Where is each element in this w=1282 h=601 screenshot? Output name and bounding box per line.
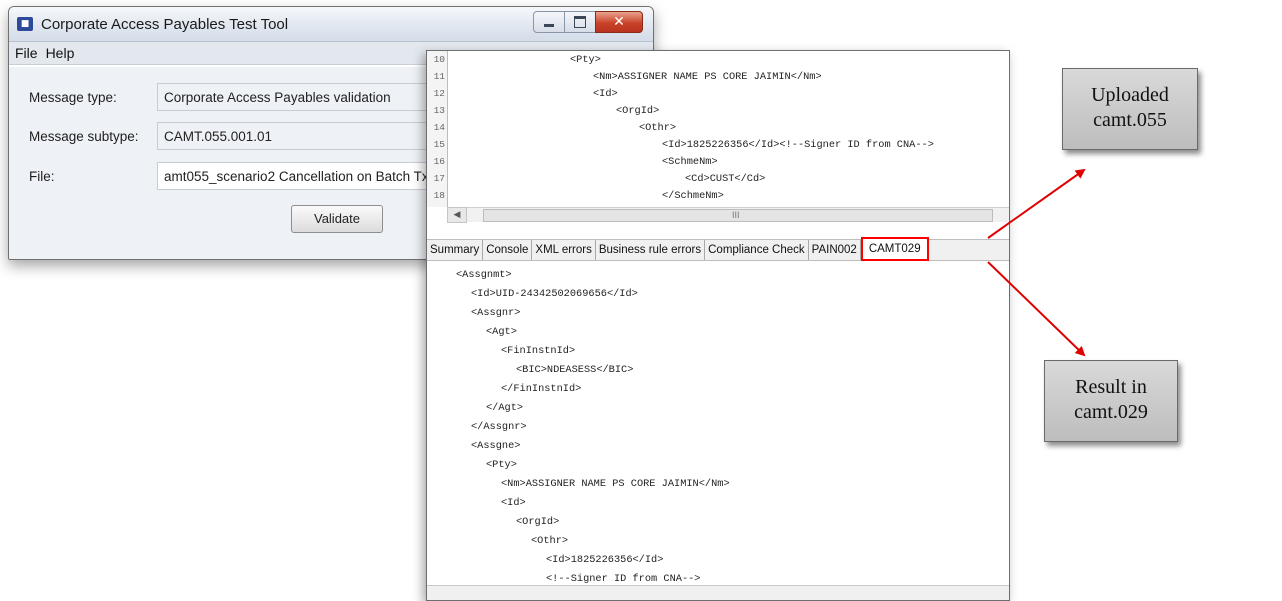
xml-line: <Id>UID-24342502069656</Id> <box>471 288 638 300</box>
scrollbar-grip: III <box>732 210 740 220</box>
xml-line: <Id>1825226356</Id> <box>546 554 664 566</box>
xml-line: <Nm>ASSIGNER NAME PS CORE JAIMIN</Nm> <box>501 478 730 490</box>
callout-result-line1: Result in <box>1075 376 1147 398</box>
callout-uploaded-line1: Uploaded <box>1091 84 1169 106</box>
xml-line: <Assgne> <box>471 440 521 452</box>
tab-xml-errors[interactable]: XML errors <box>532 240 596 260</box>
xml-line: <SchmeNm> <box>662 156 718 168</box>
callout-uploaded-line2: camt.055 <box>1093 109 1167 131</box>
line-number: 18 <box>433 190 445 201</box>
scroll-left-icon[interactable]: ◀ <box>447 207 467 223</box>
line-number: 16 <box>433 156 445 167</box>
window-title: Corporate Access Payables Test Tool <box>41 16 289 33</box>
line-number: 15 <box>433 139 445 150</box>
maximize-icon <box>574 16 586 28</box>
xml-line: <Pty> <box>570 54 601 66</box>
minimize-icon <box>544 23 554 27</box>
tab-pain002[interactable]: PAIN002 <box>809 240 861 260</box>
xml-line: </Assgnr> <box>471 421 527 433</box>
xml-line: <Cd>CUST</Cd> <box>685 173 766 185</box>
line-number: 11 <box>433 71 445 82</box>
xml-line: <Nm>ASSIGNER NAME PS CORE JAIMIN</Nm> <box>593 71 822 83</box>
xml-line: <Id> <box>501 497 526 509</box>
minimize-button[interactable] <box>533 11 565 33</box>
xml-line: <Pty> <box>486 459 517 471</box>
tab-business-rule-errors[interactable]: Business rule errors <box>596 240 706 260</box>
line-number: 14 <box>433 122 445 133</box>
uploaded-xml-viewer[interactable]: 10 <Pty> 11 <Nm>ASSIGNER NAME PS CORE JAIMI… <box>427 51 1009 207</box>
xml-line: <!--Signer ID from CNA--> <box>546 573 701 585</box>
menu-file[interactable]: File <box>15 45 38 61</box>
results-panel: 10 <Pty> 11 <Nm>ASSIGNER NAME PS CORE JAIMI… <box>426 50 1010 601</box>
result-xml-viewer[interactable]: <Assgnmt> <Id>UID-24342502069656</Id> <Ass… <box>427 261 1009 594</box>
result-tabs: Summary Console XML errors Business rule… <box>427 237 1009 261</box>
xml-line: <OrgId> <box>616 105 660 117</box>
close-icon: ✕ <box>613 14 625 30</box>
window-controls: ✕ <box>533 11 643 33</box>
callout-result: Result in camt.029 <box>1044 360 1178 442</box>
message-type-label: Message type: <box>29 90 117 105</box>
xml-line: <FinInstnId> <box>501 345 576 357</box>
xml-line: </Agt> <box>486 402 524 414</box>
tab-summary[interactable]: Summary <box>427 240 484 260</box>
xml-line: <Othr> <box>531 535 569 547</box>
message-subtype-label: Message subtype: <box>29 129 139 144</box>
line-number: 13 <box>433 105 445 116</box>
xml-line: </SchmeNm> <box>662 190 724 202</box>
xml-line: <Assgnr> <box>471 307 521 319</box>
line-number: 12 <box>433 88 445 99</box>
callout-result-line2: camt.029 <box>1074 401 1148 423</box>
xml-line: </FinInstnId> <box>501 383 582 395</box>
maximize-button[interactable] <box>564 11 596 33</box>
xml-line: <Agt> <box>486 326 517 338</box>
horizontal-scrollbar[interactable]: III <box>467 207 1009 222</box>
xml-line: <Assgnmt> <box>456 269 512 281</box>
xml-line: <OrgId> <box>516 516 560 528</box>
menu-help[interactable]: Help <box>46 45 75 61</box>
app-icon: ■ <box>17 17 33 31</box>
tab-console[interactable]: Console <box>483 240 533 260</box>
xml-line: <Othr> <box>639 122 677 134</box>
line-number: 17 <box>433 173 445 184</box>
xml-line: <Id>1825226356</Id><!--Signer ID from CN… <box>662 139 934 151</box>
title-bar[interactable]: ■ Corporate Access Payables Test Tool ✕ <box>9 7 653 42</box>
close-button[interactable]: ✕ <box>595 11 643 33</box>
line-number: 10 <box>433 54 445 65</box>
tab-compliance-check[interactable]: Compliance Check <box>705 240 809 260</box>
scrollbar-thumb[interactable]: III <box>483 209 993 222</box>
xml-line: <Id> <box>593 88 618 100</box>
file-label: File: <box>29 169 55 184</box>
callout-uploaded: Uploaded camt.055 <box>1062 68 1198 150</box>
xml-line: <BIC>NDEASESS</BIC> <box>516 364 634 376</box>
tab-camt029[interactable]: CAMT029 <box>860 237 929 261</box>
validate-button[interactable]: Validate <box>291 205 383 233</box>
